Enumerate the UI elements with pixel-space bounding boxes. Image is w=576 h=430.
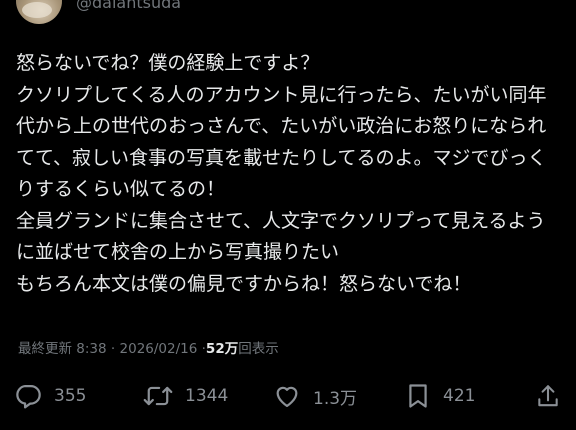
author-handle[interactable]: @daiantsuda bbox=[76, 0, 181, 13]
post-time[interactable]: 8:38 bbox=[76, 341, 106, 357]
avatar[interactable] bbox=[16, 0, 62, 24]
post-line: りするくらい似てるの！ bbox=[16, 178, 226, 200]
heart-icon bbox=[276, 386, 298, 408]
bookmark-icon bbox=[409, 384, 427, 408]
reply-button[interactable]: 355 bbox=[14, 376, 86, 416]
post-line: に並ばせて校舎の上から写真撮りたい bbox=[16, 241, 340, 263]
like-count: 1.3万 bbox=[313, 388, 358, 409]
bookmark-count: 421 bbox=[443, 386, 476, 406]
like-button[interactable]: 1.3万 bbox=[273, 376, 357, 416]
post-line: 怒らないでね？僕の経験上ですよ？ bbox=[16, 52, 320, 74]
repost-button[interactable]: 1344 bbox=[143, 376, 228, 416]
post-line: クソリプしてくる人のアカウント見に行ったら、たいがい同年 bbox=[16, 83, 547, 106]
post-line: 代から上の世代のおっさんで、たいがい政治にお怒りになられ bbox=[16, 115, 547, 137]
views-label: 回表示 bbox=[238, 341, 279, 357]
post-header: @daiantsuda bbox=[0, 0, 576, 24]
post-body: 怒らないでね？僕の経験上ですよ？ クソリプしてくる人のアカウント見に行ったら、た… bbox=[16, 48, 566, 300]
repost-count: 1344 bbox=[185, 386, 229, 406]
meta-separator: · bbox=[110, 341, 116, 357]
bookmark-button[interactable]: 421 bbox=[405, 376, 475, 416]
views-count: 52万 bbox=[205, 341, 239, 357]
avatar-image bbox=[22, 2, 52, 18]
post-date[interactable]: 2026/02/16 bbox=[120, 341, 198, 357]
post-meta: 最終更新 8:38 · 2026/02/16 ·52万回表示 bbox=[18, 340, 279, 358]
post-line: 全員グランドに集合させて、人文字でクソリプって見えるよう bbox=[16, 209, 546, 232]
reply-count: 355 bbox=[54, 386, 87, 406]
share-icon bbox=[538, 385, 558, 407]
reply-icon bbox=[16, 384, 41, 409]
post-line: てて、寂しい食事の写真を載せたりしてるのよ。マジでびっく bbox=[16, 146, 547, 169]
updated-label: 最終更新 bbox=[18, 341, 72, 357]
post-line: もちろん本文は僕の偏見ですからね！怒らないでね！ bbox=[16, 272, 472, 295]
repost-icon bbox=[143, 386, 173, 406]
share-button[interactable] bbox=[535, 376, 561, 416]
action-bar: 355 1344 1.3万 421 bbox=[0, 376, 576, 416]
